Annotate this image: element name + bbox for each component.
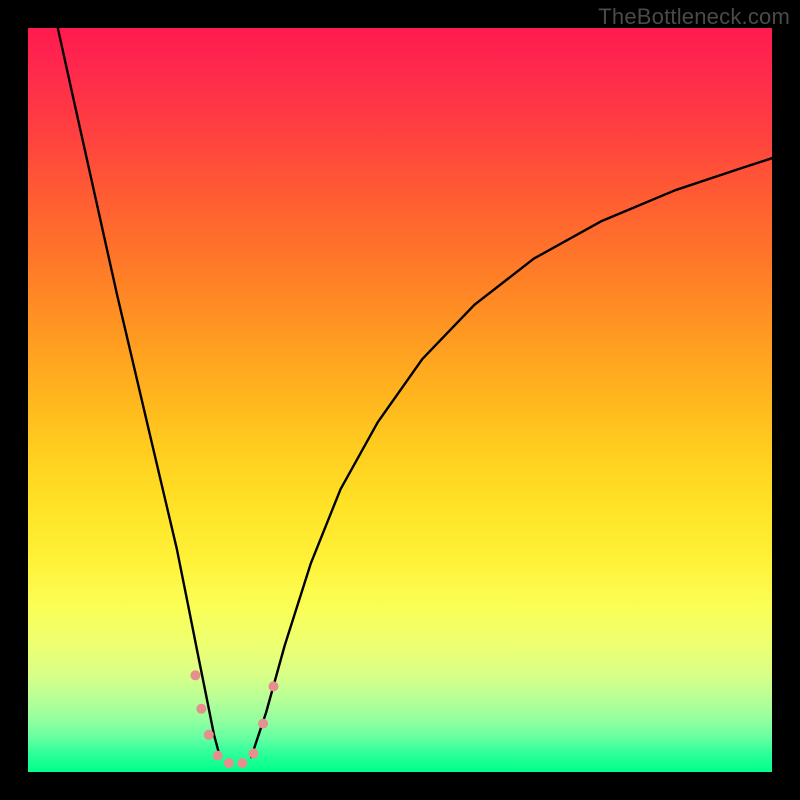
marker-point: [248, 748, 258, 758]
watermark-text: TheBottleneck.com: [598, 4, 790, 30]
chart-frame: TheBottleneck.com: [0, 0, 800, 800]
marker-point: [196, 704, 206, 714]
curves-svg: [28, 28, 772, 772]
marker-point: [204, 730, 214, 740]
marker-point: [258, 719, 268, 729]
marker-point: [269, 681, 279, 691]
marker-point: [237, 758, 247, 768]
curve-left-branch: [58, 28, 220, 757]
marker-point: [190, 670, 200, 680]
plot-area: [28, 28, 772, 772]
marker-point: [224, 758, 234, 768]
marker-point: [213, 751, 223, 761]
curve-right-branch: [251, 158, 772, 757]
